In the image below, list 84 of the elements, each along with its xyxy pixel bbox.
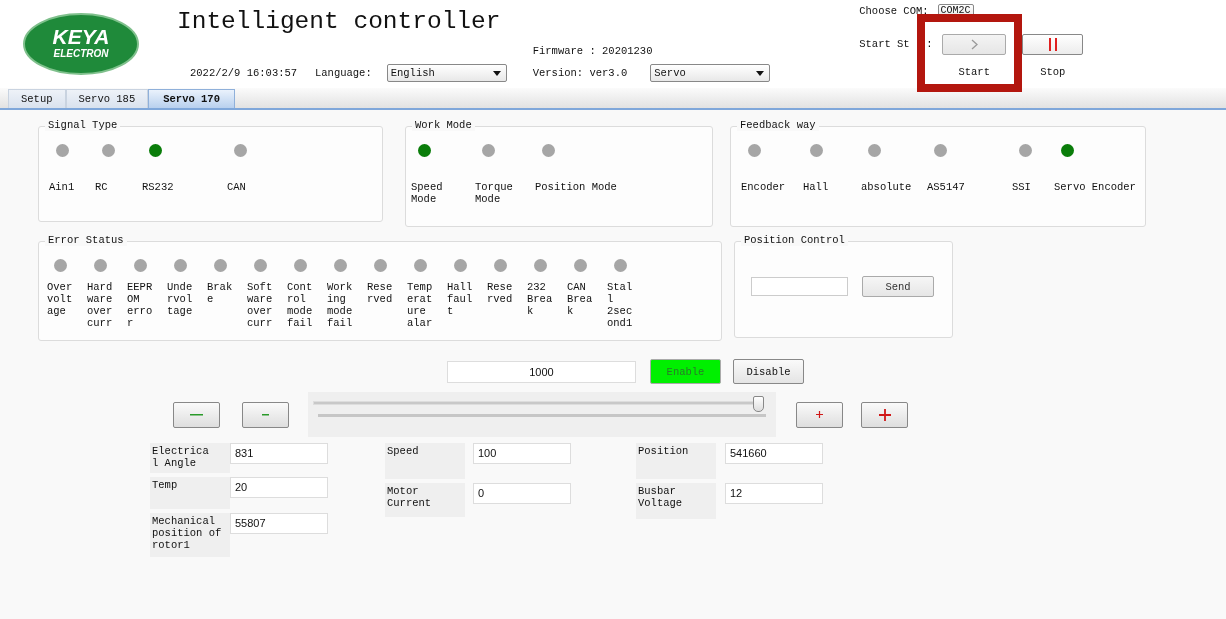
indicator-label: RC xyxy=(95,181,108,193)
step-button[interactable] xyxy=(242,401,289,428)
readout-value: 20 xyxy=(230,477,328,498)
step-button[interactable] xyxy=(796,401,843,428)
readout-label: Position xyxy=(638,445,690,457)
indicator-label: Software overcurr xyxy=(247,281,273,329)
indicator-label: Reserved xyxy=(487,281,513,305)
group-title: Signal Type xyxy=(45,119,121,131)
indicator-label: Working mode fail xyxy=(327,281,353,329)
readout-label: Motor Current xyxy=(387,485,433,509)
readout-value: 12 xyxy=(725,483,823,504)
indicator-label: Hall xyxy=(803,181,829,193)
mode-dropdown[interactable]: Servo xyxy=(650,64,771,82)
version-label: Version: ver3.0 xyxy=(532,67,628,79)
group-title: Work Mode xyxy=(412,119,475,131)
indicator-label: SSI xyxy=(1012,181,1031,193)
button-caption: Stop xyxy=(1040,66,1066,78)
indicator-label: Position Mode xyxy=(535,181,617,193)
indicator-label: Brake xyxy=(207,281,233,305)
dropdown-arrow-icon xyxy=(756,70,765,76)
indicator-label: Reserved xyxy=(367,281,393,305)
indicator-label: AS5147 xyxy=(927,181,965,193)
com-label: Choose COM: xyxy=(859,4,929,17)
label-colon: : xyxy=(926,38,934,52)
speed-slider[interactable] xyxy=(308,392,776,437)
indicator-label: Temperature alar xyxy=(407,281,433,329)
readout-value: 0 xyxy=(473,483,571,504)
enable-button[interactable]: Enable xyxy=(650,359,721,384)
readout-label: Speed xyxy=(387,445,420,457)
indicator-label: Servo Encoder xyxy=(1054,181,1136,193)
start-button[interactable] xyxy=(942,34,1007,55)
readout-value: 100 xyxy=(473,443,571,464)
indicator-label: Undervoltage xyxy=(167,281,193,317)
date-time: 2022/2/9 16:03:57 xyxy=(190,67,299,79)
chevron-right-icon xyxy=(970,39,978,50)
indicator-label: Hall fault xyxy=(447,281,473,317)
indicator-label: Torque Mode xyxy=(475,181,513,205)
button-caption: Start xyxy=(958,66,990,78)
company-logo: KEYA ELECTRON xyxy=(22,12,140,76)
plus-icon xyxy=(878,408,891,421)
readout-label: Mechanical position of rotor1 xyxy=(152,515,222,551)
readout-value: 831 xyxy=(230,443,328,464)
plus-icon xyxy=(816,411,823,418)
readout-label: Electrical Angle xyxy=(152,445,209,469)
indicator-label: Control mode fail xyxy=(287,281,313,329)
minus-icon xyxy=(190,413,203,416)
group-title: Error Status xyxy=(45,234,127,246)
tab[interactable]: Servo 185 xyxy=(65,89,149,108)
indicator-label: Overvoltage xyxy=(47,281,73,317)
indicator-label: Ain1 xyxy=(49,181,75,193)
indicator-label: CAN Break xyxy=(567,281,593,317)
indicator-label: Hardware overcurr xyxy=(87,281,113,329)
step-button[interactable] xyxy=(173,401,220,428)
readout-value: 55807 xyxy=(230,513,328,534)
readout-value: 541660 xyxy=(725,443,823,464)
dropdown-arrow-icon xyxy=(492,70,501,76)
minus-icon xyxy=(262,413,269,416)
start-stop-label: Start St xyxy=(859,38,911,52)
indicator-label: absolute xyxy=(861,181,912,193)
indicator-label: Stall 2second1 xyxy=(607,281,633,329)
firmware-label: Firmware : 20201230 xyxy=(532,45,654,59)
app-title: Intelligent controller xyxy=(177,8,502,37)
slider-thumb[interactable] xyxy=(752,396,764,412)
group-title: Feedback way xyxy=(737,119,819,131)
indicator-label: EEPROM error xyxy=(127,281,153,329)
send-button[interactable]: Send xyxy=(862,276,934,297)
disable-button[interactable]: Disable xyxy=(733,359,804,384)
tab[interactable]: Setup xyxy=(8,89,66,108)
readout-label: Busbar Voltage xyxy=(638,485,684,509)
indicator-label: CAN xyxy=(227,181,246,193)
indicator-label: Encoder xyxy=(741,181,786,193)
readout-label: Temp xyxy=(152,479,179,491)
step-button[interactable] xyxy=(861,401,908,428)
position-input[interactable] xyxy=(751,277,848,296)
language-dropdown[interactable]: English xyxy=(386,64,507,82)
tab[interactable]: Servo 170 xyxy=(148,89,235,108)
language-label: Language: xyxy=(315,67,372,79)
pause-icon xyxy=(1047,38,1058,51)
speed-input[interactable]: 1000 xyxy=(447,360,636,383)
indicator-label: 232 Break xyxy=(527,281,553,317)
indicator-label: Speed Mode xyxy=(411,181,444,205)
indicator-label: RS232 xyxy=(142,181,174,193)
stop-button[interactable] xyxy=(1022,34,1084,55)
group-title: Position Control xyxy=(741,234,848,246)
